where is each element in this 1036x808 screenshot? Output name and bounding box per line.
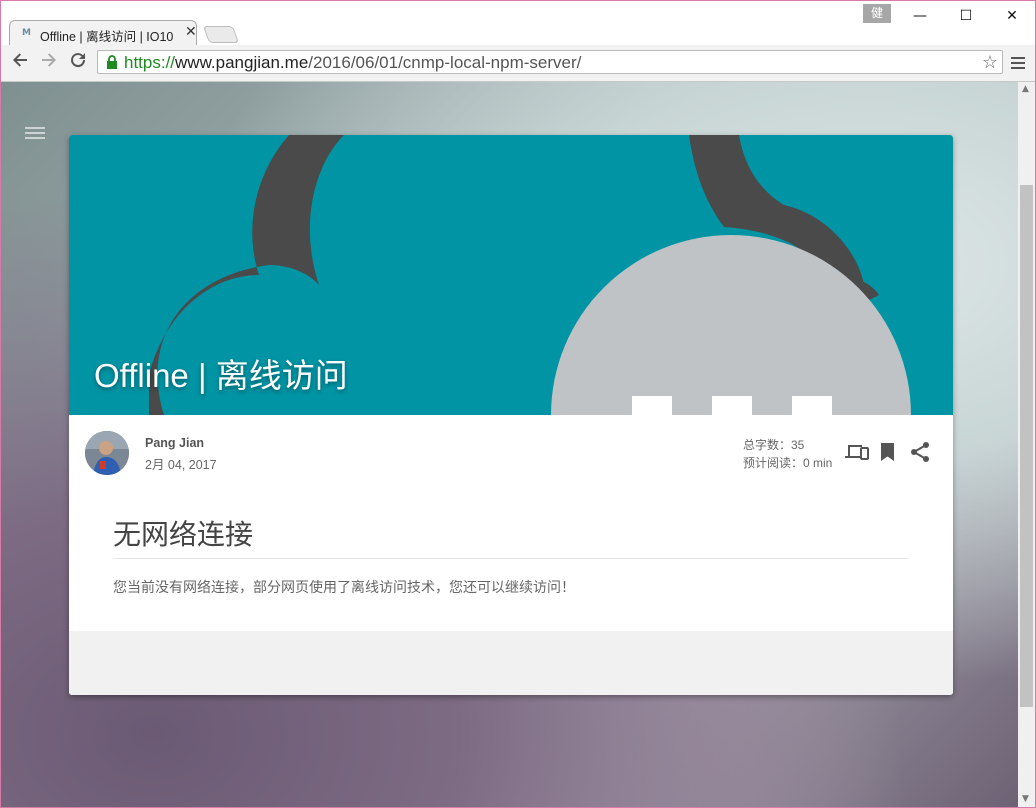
url-text: https://www.pangjian.me/2016/06/01/cnmp-… bbox=[124, 53, 582, 72]
read-time: 预计阅读：0 min bbox=[743, 456, 833, 470]
tab-strip: M Offline | 离线访问 | IO10 ✕ 健 — ☐ ✕ bbox=[1, 1, 1035, 46]
scroll-up-icon[interactable]: ▲ bbox=[1022, 84, 1029, 94]
forward-button[interactable] bbox=[38, 51, 60, 73]
menu-icon[interactable] bbox=[1011, 54, 1025, 72]
close-window-button[interactable]: ✕ bbox=[989, 5, 1035, 27]
post-title: Offline | 离线访问 bbox=[94, 357, 348, 394]
post-date: 2月 04, 2017 bbox=[145, 458, 217, 472]
post-meta: Pang Jian 2月 04, 2017 总字数：35 预计阅读：0 min bbox=[69, 415, 953, 495]
minimize-button[interactable]: — bbox=[897, 5, 943, 27]
reload-icon bbox=[71, 53, 86, 68]
content-heading: 无网络连接 bbox=[113, 518, 254, 551]
hero-banner: Offline | 离线访问 bbox=[69, 135, 953, 415]
lock-icon bbox=[107, 55, 117, 69]
scroll-down-icon[interactable]: ▼ bbox=[1022, 794, 1029, 804]
tab-close-icon[interactable]: ✕ bbox=[185, 24, 197, 40]
hamburger-menu-icon[interactable] bbox=[25, 124, 45, 142]
avatar[interactable] bbox=[85, 431, 129, 475]
browser-toolbar: https://www.pangjian.me/2016/06/01/cnmp-… bbox=[1, 45, 1035, 82]
browser-window: M Offline | 离线访问 | IO10 ✕ 健 — ☐ ✕ https:… bbox=[0, 0, 1036, 808]
star-icon[interactable]: ☆ bbox=[982, 52, 998, 73]
post-card: Offline | 离线访问 Pang Jian 2月 04, 2017 总字数… bbox=[69, 135, 953, 695]
word-count: 总字数：35 bbox=[743, 438, 805, 452]
devices-icon[interactable] bbox=[845, 441, 869, 463]
arrow-left-icon bbox=[13, 53, 27, 67]
vertical-scrollbar[interactable]: ▲ ▼ bbox=[1018, 82, 1035, 807]
reload-button[interactable] bbox=[67, 51, 89, 73]
arrow-right-icon bbox=[42, 53, 56, 67]
new-tab-button[interactable] bbox=[202, 26, 240, 43]
address-bar[interactable]: https://www.pangjian.me/2016/06/01/cnmp-… bbox=[97, 50, 1003, 74]
content-paragraph: 您当前没有网络连接，部分网页使用了离线访问技术，您还可以继续访问！ bbox=[113, 579, 575, 595]
card-footer bbox=[69, 631, 953, 695]
share-icon[interactable] bbox=[909, 441, 933, 463]
author-name[interactable]: Pang Jian bbox=[145, 436, 204, 450]
maximize-button[interactable]: ☐ bbox=[943, 5, 989, 27]
divider bbox=[113, 558, 908, 559]
scroll-thumb[interactable] bbox=[1020, 185, 1033, 707]
profile-badge[interactable]: 健 bbox=[863, 4, 891, 23]
tab-title: Offline | 离线访问 | IO10 bbox=[40, 30, 174, 44]
back-button[interactable] bbox=[9, 51, 31, 73]
browser-tab[interactable]: M Offline | 离线访问 | IO10 ✕ bbox=[9, 20, 197, 46]
page-viewport: Offline | 离线访问 Pang Jian 2月 04, 2017 总字数… bbox=[1, 82, 1018, 807]
favicon-icon: M bbox=[22, 28, 31, 38]
bookmark-icon[interactable] bbox=[878, 441, 902, 463]
